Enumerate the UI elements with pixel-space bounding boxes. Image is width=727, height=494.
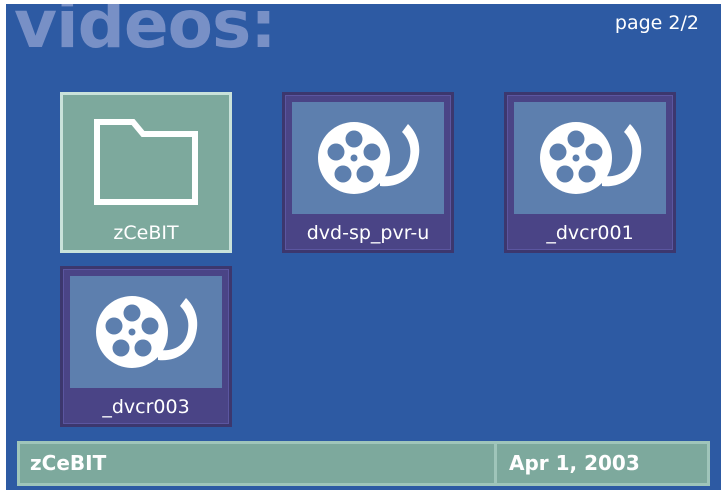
film-reel-icon (96, 296, 198, 368)
status-bar: zCeBIT Apr 1, 2003 (17, 441, 710, 486)
video-item-dvcr001[interactable]: _dvcr001 (504, 92, 676, 253)
item-label: zCeBIT (113, 222, 179, 244)
item-thumbnail (70, 276, 222, 388)
selected-item-date: Apr 1, 2003 (494, 444, 707, 483)
item-thumbnail (514, 102, 666, 214)
video-item-dvd-sp-pvr-u[interactable]: dvd-sp_pvr-u (282, 92, 454, 253)
video-item-dvcr003[interactable]: _dvcr003 (60, 266, 232, 427)
item-thumbnail (292, 102, 444, 214)
item-label: _dvcr003 (102, 396, 190, 418)
page-indicator: page 2/2 (614, 12, 699, 34)
video-item-zcebit[interactable]: zCeBIT (60, 92, 232, 253)
folder-icon (94, 119, 198, 205)
film-reel-icon (540, 122, 642, 194)
film-reel-icon (318, 122, 420, 194)
section-title: videos: (14, 4, 277, 63)
item-thumbnail (70, 102, 222, 214)
selected-item-name: zCeBIT (30, 451, 107, 475)
item-label: dvd-sp_pvr-u (306, 222, 430, 244)
video-browser-screen: videos: page 2/2 zCeBIT dvd-sp_pvr-u _dv… (6, 4, 721, 490)
item-label: _dvcr001 (546, 222, 634, 244)
